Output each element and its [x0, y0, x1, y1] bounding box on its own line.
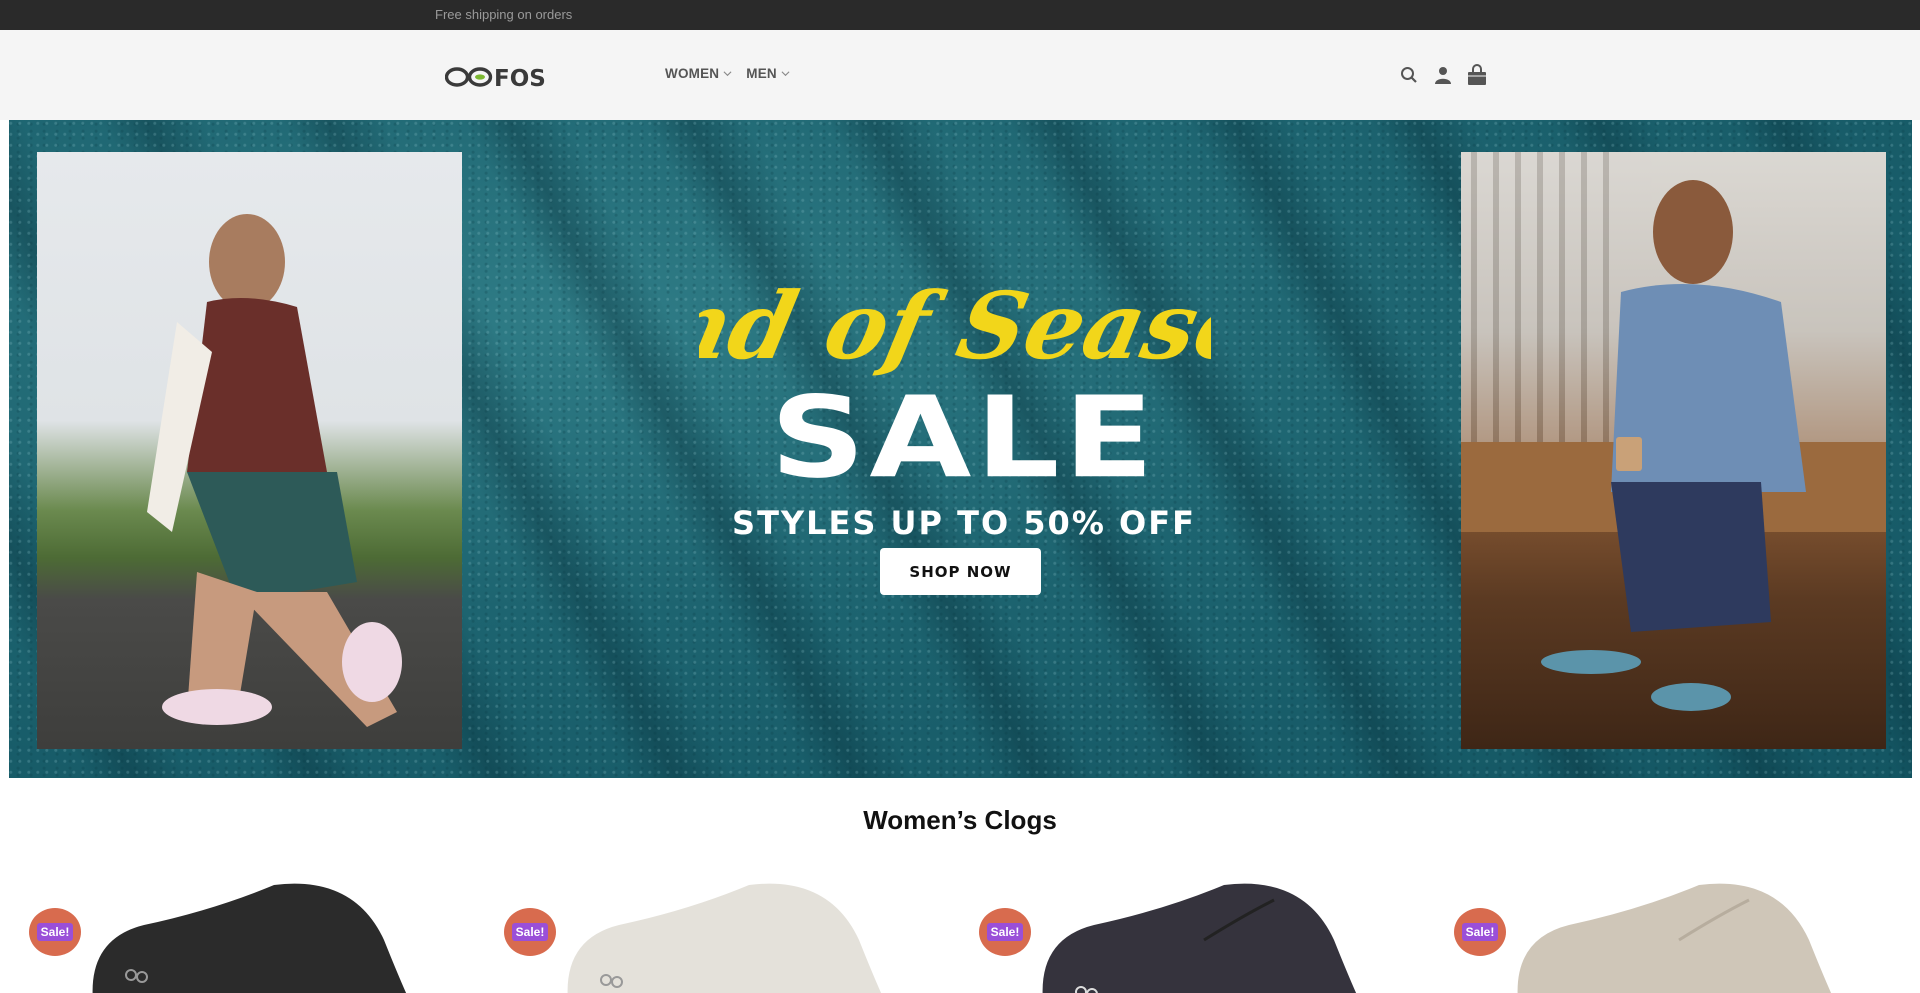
chevron-down-icon: [723, 71, 732, 77]
oofos-logo[interactable]: FOS: [445, 64, 569, 90]
search-icon: [1401, 67, 1417, 83]
nav-women-label: WOMEN: [665, 66, 720, 81]
hero-banner[interactable]: End of Season SALE STYLES UP TO 50% OFF …: [9, 120, 1912, 778]
hero-script-label: End of Season: [699, 272, 1211, 380]
header-actions: [1398, 64, 1488, 86]
product-image: [92, 883, 407, 993]
main-nav: WOMEN MEN: [665, 66, 790, 81]
product-card[interactable]: Sale!: [979, 870, 1419, 993]
hero-headline: SALE: [770, 372, 1158, 504]
account-icon: [1435, 67, 1451, 84]
nav-men[interactable]: MEN: [746, 66, 790, 81]
hero-subheadline: STYLES UP TO 50% OFF: [732, 504, 1196, 542]
sale-badge: Sale!: [29, 908, 81, 956]
product-card[interactable]: Sale!: [1454, 870, 1894, 993]
account-button[interactable]: [1432, 64, 1454, 86]
product-card[interactable]: Sale!: [29, 870, 469, 993]
search-button[interactable]: [1398, 64, 1420, 86]
hero-script-text: End of Season: [699, 272, 1211, 380]
announcement-text: Free shipping on orders: [435, 7, 573, 22]
section-title: Women’s Clogs: [863, 805, 1057, 835]
product-card[interactable]: Sale!: [504, 870, 944, 993]
cart-button[interactable]: [1466, 64, 1488, 86]
hero-photo-man: [1461, 152, 1886, 749]
announcement-bar: Free shipping on orders: [0, 0, 1920, 30]
nav-men-label: MEN: [746, 66, 777, 81]
product-image: [1517, 883, 1832, 993]
product-image: [1042, 883, 1357, 993]
svg-text:FOS: FOS: [494, 66, 546, 90]
shop-now-button[interactable]: SHOP NOW: [880, 548, 1041, 595]
cart-icon: [1468, 64, 1486, 85]
sale-badge: Sale!: [1454, 908, 1506, 956]
sale-badge: Sale!: [504, 908, 556, 956]
chevron-down-icon: [781, 71, 790, 77]
hero-photo-woman: [37, 152, 462, 749]
sale-badge: Sale!: [979, 908, 1031, 956]
site-header: FOS WOMEN MEN: [0, 30, 1920, 120]
product-image: [567, 883, 882, 993]
nav-women[interactable]: WOMEN: [665, 66, 732, 81]
